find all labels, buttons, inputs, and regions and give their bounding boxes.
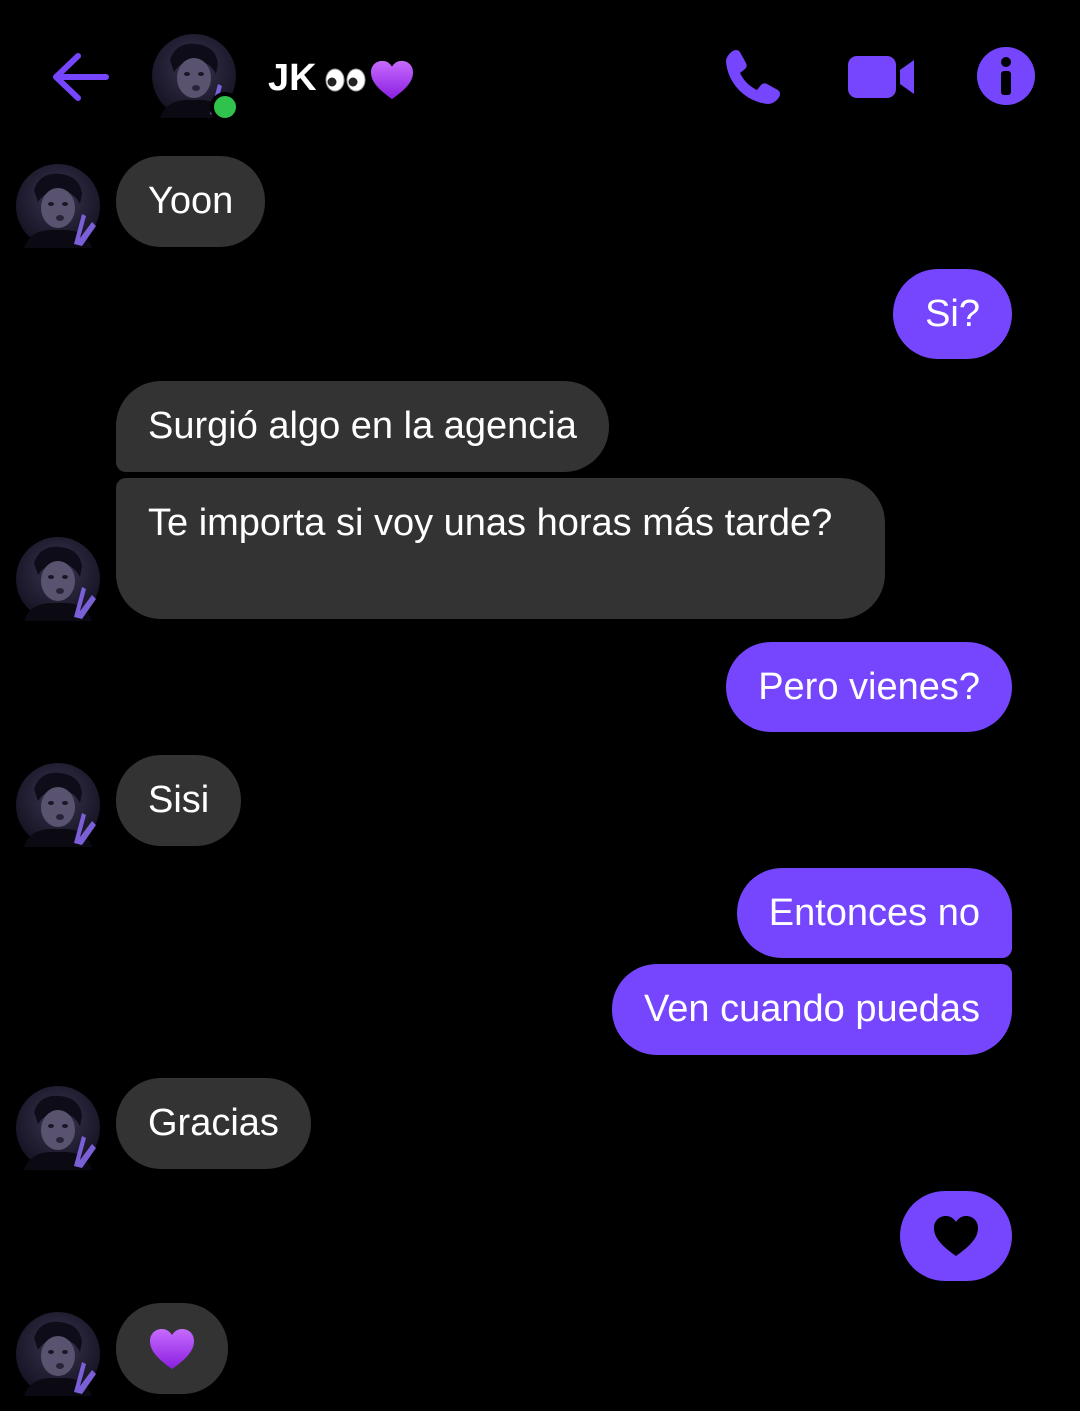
black-heart-icon [932,1214,980,1258]
outgoing-message[interactable]: Si? [893,269,1012,359]
sender-avatar[interactable] [16,1086,100,1170]
sender-avatar[interactable] [16,164,100,248]
purple-heart-icon [148,1327,196,1371]
contact-name: JK [268,57,317,99]
purple-heart-icon [369,59,415,101]
incoming-message[interactable]: Yoon [116,156,266,247]
message-text: Yoon [148,180,234,222]
message-text: Gracias [148,1102,279,1144]
outgoing-message[interactable]: Ven cuando puedas [612,964,1012,1055]
message-text: Ven cuando puedas [644,988,980,1030]
sender-avatar[interactable] [16,1312,100,1396]
outgoing-message[interactable]: Entonces no [736,868,1012,958]
incoming-message[interactable] [116,1303,228,1394]
message-text: Pero vienes? [758,666,980,708]
video-call-icon[interactable] [846,52,916,102]
phone-call-icon[interactable] [722,46,784,108]
info-icon[interactable] [976,46,1036,106]
outgoing-message[interactable] [900,1191,1012,1281]
contact-name-row[interactable]: JK [268,54,415,102]
message-text: Sisi [148,779,210,821]
eyes-emoji-icon [325,68,366,92]
incoming-message[interactable]: Sisi [116,755,242,846]
sender-avatar[interactable] [16,763,100,847]
outgoing-message[interactable]: Pero vienes? [726,642,1012,732]
message-text: Te importa si voy unas horas más tarde? [148,502,833,544]
message-text: Si? [925,293,980,335]
incoming-message[interactable]: Gracias [116,1078,311,1169]
message-text: Entonces no [768,892,980,934]
incoming-message[interactable]: Surgió algo en la agencia [116,381,609,472]
sender-avatar[interactable] [16,537,100,621]
online-status-dot [210,92,240,122]
back-arrow-icon[interactable] [50,50,110,104]
incoming-message[interactable]: Te importa si voy unas horas más tarde? [116,478,885,619]
message-text: Surgió algo en la agencia [148,405,577,447]
chat-header: JK [0,0,1080,150]
